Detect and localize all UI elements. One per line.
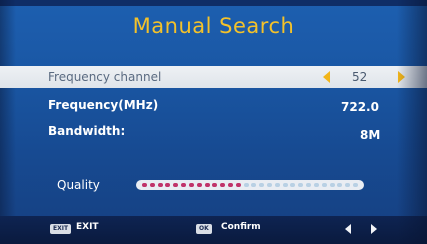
quality-segment (165, 183, 171, 187)
manual-search-screen: Manual Search Frequency channel 52 Frequ… (0, 0, 427, 244)
right-vignette (397, 0, 427, 244)
confirm-button[interactable]: Confirm (221, 222, 261, 232)
quality-label: Quality (57, 178, 100, 192)
quality-segment (329, 183, 335, 187)
frequency-channel-value: 52 (352, 70, 368, 84)
quality-segments (142, 183, 358, 187)
quality-bar (136, 180, 364, 190)
chevron-right-icon[interactable] (371, 224, 377, 234)
bandwidth-label: Bandwidth: (48, 124, 126, 138)
quality-segment (220, 183, 226, 187)
top-band (0, 0, 427, 6)
quality-segment (196, 183, 202, 187)
quality-segment (345, 183, 351, 187)
ok-key-icon: OK (196, 224, 212, 234)
bandwidth-value: 8M (360, 128, 381, 142)
quality-segment (313, 183, 319, 187)
quality-segment (274, 183, 280, 187)
quality-segment (149, 183, 155, 187)
frequency-value: 722.0 (341, 100, 379, 114)
quality-segment (142, 183, 147, 187)
chevron-left-icon[interactable] (345, 224, 351, 234)
quality-segment (306, 183, 312, 187)
quality-segment (212, 183, 218, 187)
quality-segment (188, 183, 194, 187)
exit-button[interactable]: EXIT (76, 222, 99, 232)
exit-key-icon: EXIT (50, 224, 72, 234)
quality-segment (290, 183, 296, 187)
quality-segment (352, 183, 358, 187)
quality-segment (157, 183, 163, 187)
quality-segment (321, 183, 327, 187)
quality-segment (298, 183, 304, 187)
page-title: Manual Search (132, 14, 295, 38)
quality-segment (259, 183, 265, 187)
quality-segment (251, 183, 257, 187)
quality-segment (173, 183, 179, 187)
channel-decrease-icon[interactable] (323, 71, 330, 83)
frequency-channel-label: Frequency channel (48, 70, 162, 84)
quality-segment (243, 183, 249, 187)
quality-segment (282, 183, 288, 187)
quality-segment (267, 183, 272, 187)
quality-segment (337, 183, 343, 187)
quality-segment (204, 183, 210, 187)
quality-segment (227, 183, 233, 187)
quality-segment (235, 183, 241, 187)
quality-segment (181, 183, 187, 187)
frequency-label: Frequency(MHz) (48, 98, 159, 112)
